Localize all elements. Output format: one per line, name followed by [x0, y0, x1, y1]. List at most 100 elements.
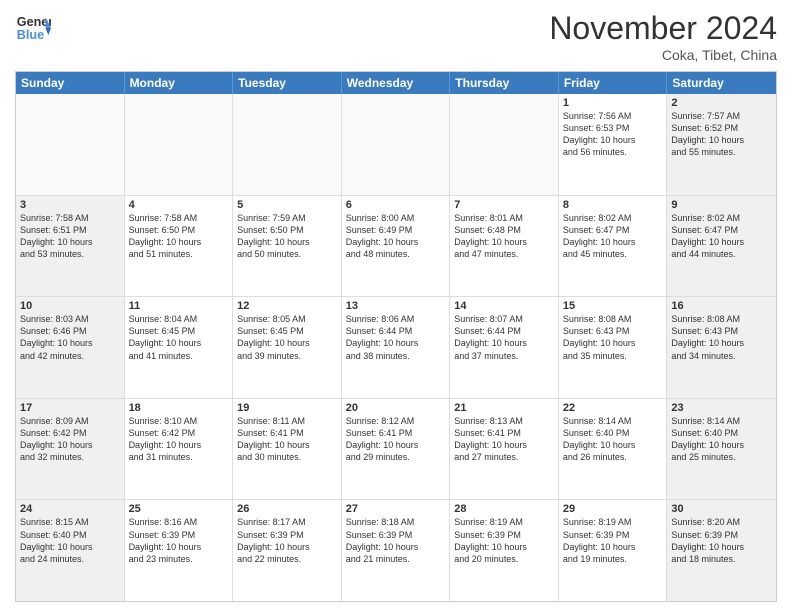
day-number: 11	[129, 300, 229, 312]
calendar-header: SundayMondayTuesdayWednesdayThursdayFrid…	[16, 72, 776, 94]
header: General Blue November 2024 Coka, Tibet, …	[15, 10, 777, 63]
calendar-cell: 25Sunrise: 8:16 AM Sunset: 6:39 PM Dayli…	[125, 500, 234, 601]
cell-info: Sunrise: 7:57 AM Sunset: 6:52 PM Dayligh…	[671, 110, 772, 159]
cell-info: Sunrise: 8:12 AM Sunset: 6:41 PM Dayligh…	[346, 415, 446, 464]
calendar-cell: 24Sunrise: 8:15 AM Sunset: 6:40 PM Dayli…	[16, 500, 125, 601]
day-number: 24	[20, 503, 120, 515]
calendar-cell: 20Sunrise: 8:12 AM Sunset: 6:41 PM Dayli…	[342, 399, 451, 500]
day-number: 18	[129, 402, 229, 414]
calendar-cell: 10Sunrise: 8:03 AM Sunset: 6:46 PM Dayli…	[16, 297, 125, 398]
weekday-header-sunday: Sunday	[16, 72, 125, 94]
day-number: 6	[346, 199, 446, 211]
calendar: SundayMondayTuesdayWednesdayThursdayFrid…	[15, 71, 777, 602]
weekday-header-monday: Monday	[125, 72, 234, 94]
cell-info: Sunrise: 8:04 AM Sunset: 6:45 PM Dayligh…	[129, 313, 229, 362]
location: Coka, Tibet, China	[549, 47, 777, 63]
cell-info: Sunrise: 8:14 AM Sunset: 6:40 PM Dayligh…	[563, 415, 663, 464]
day-number: 13	[346, 300, 446, 312]
calendar-cell: 28Sunrise: 8:19 AM Sunset: 6:39 PM Dayli…	[450, 500, 559, 601]
day-number: 7	[454, 199, 554, 211]
cell-info: Sunrise: 8:02 AM Sunset: 6:47 PM Dayligh…	[563, 212, 663, 261]
day-number: 5	[237, 199, 337, 211]
day-number: 19	[237, 402, 337, 414]
calendar-cell	[16, 94, 125, 195]
weekday-header-thursday: Thursday	[450, 72, 559, 94]
cell-info: Sunrise: 8:02 AM Sunset: 6:47 PM Dayligh…	[671, 212, 772, 261]
calendar-cell: 6Sunrise: 8:00 AM Sunset: 6:49 PM Daylig…	[342, 196, 451, 297]
calendar-cell: 9Sunrise: 8:02 AM Sunset: 6:47 PM Daylig…	[667, 196, 776, 297]
calendar-cell: 13Sunrise: 8:06 AM Sunset: 6:44 PM Dayli…	[342, 297, 451, 398]
calendar-cell: 12Sunrise: 8:05 AM Sunset: 6:45 PM Dayli…	[233, 297, 342, 398]
calendar-cell	[125, 94, 234, 195]
cell-info: Sunrise: 8:01 AM Sunset: 6:48 PM Dayligh…	[454, 212, 554, 261]
cell-info: Sunrise: 8:19 AM Sunset: 6:39 PM Dayligh…	[563, 516, 663, 565]
calendar-cell: 18Sunrise: 8:10 AM Sunset: 6:42 PM Dayli…	[125, 399, 234, 500]
day-number: 17	[20, 402, 120, 414]
month-title: November 2024	[549, 10, 777, 47]
cell-info: Sunrise: 8:17 AM Sunset: 6:39 PM Dayligh…	[237, 516, 337, 565]
day-number: 3	[20, 199, 120, 211]
calendar-cell: 11Sunrise: 8:04 AM Sunset: 6:45 PM Dayli…	[125, 297, 234, 398]
day-number: 15	[563, 300, 663, 312]
cell-info: Sunrise: 8:07 AM Sunset: 6:44 PM Dayligh…	[454, 313, 554, 362]
calendar-cell: 22Sunrise: 8:14 AM Sunset: 6:40 PM Dayli…	[559, 399, 668, 500]
day-number: 22	[563, 402, 663, 414]
logo: General Blue	[15, 10, 51, 46]
cell-info: Sunrise: 8:16 AM Sunset: 6:39 PM Dayligh…	[129, 516, 229, 565]
cell-info: Sunrise: 8:19 AM Sunset: 6:39 PM Dayligh…	[454, 516, 554, 565]
calendar-cell: 21Sunrise: 8:13 AM Sunset: 6:41 PM Dayli…	[450, 399, 559, 500]
day-number: 23	[671, 402, 772, 414]
calendar-cell: 23Sunrise: 8:14 AM Sunset: 6:40 PM Dayli…	[667, 399, 776, 500]
cell-info: Sunrise: 8:14 AM Sunset: 6:40 PM Dayligh…	[671, 415, 772, 464]
day-number: 30	[671, 503, 772, 515]
weekday-header-wednesday: Wednesday	[342, 72, 451, 94]
cell-info: Sunrise: 7:58 AM Sunset: 6:50 PM Dayligh…	[129, 212, 229, 261]
cell-info: Sunrise: 8:13 AM Sunset: 6:41 PM Dayligh…	[454, 415, 554, 464]
day-number: 29	[563, 503, 663, 515]
weekday-header-friday: Friday	[559, 72, 668, 94]
cell-info: Sunrise: 8:18 AM Sunset: 6:39 PM Dayligh…	[346, 516, 446, 565]
day-number: 26	[237, 503, 337, 515]
calendar-cell	[450, 94, 559, 195]
day-number: 8	[563, 199, 663, 211]
weekday-header-tuesday: Tuesday	[233, 72, 342, 94]
calendar-cell: 1Sunrise: 7:56 AM Sunset: 6:53 PM Daylig…	[559, 94, 668, 195]
calendar-cell: 2Sunrise: 7:57 AM Sunset: 6:52 PM Daylig…	[667, 94, 776, 195]
day-number: 25	[129, 503, 229, 515]
logo-icon: General Blue	[15, 10, 51, 46]
cell-info: Sunrise: 8:20 AM Sunset: 6:39 PM Dayligh…	[671, 516, 772, 565]
calendar-cell: 27Sunrise: 8:18 AM Sunset: 6:39 PM Dayli…	[342, 500, 451, 601]
day-number: 20	[346, 402, 446, 414]
day-number: 16	[671, 300, 772, 312]
title-block: November 2024 Coka, Tibet, China	[549, 10, 777, 63]
day-number: 21	[454, 402, 554, 414]
cell-info: Sunrise: 7:56 AM Sunset: 6:53 PM Dayligh…	[563, 110, 663, 159]
calendar-row-3: 17Sunrise: 8:09 AM Sunset: 6:42 PM Dayli…	[16, 399, 776, 501]
calendar-row-0: 1Sunrise: 7:56 AM Sunset: 6:53 PM Daylig…	[16, 94, 776, 196]
day-number: 27	[346, 503, 446, 515]
day-number: 9	[671, 199, 772, 211]
calendar-row-4: 24Sunrise: 8:15 AM Sunset: 6:40 PM Dayli…	[16, 500, 776, 601]
day-number: 12	[237, 300, 337, 312]
calendar-row-2: 10Sunrise: 8:03 AM Sunset: 6:46 PM Dayli…	[16, 297, 776, 399]
day-number: 1	[563, 97, 663, 109]
weekday-header-saturday: Saturday	[667, 72, 776, 94]
cell-info: Sunrise: 7:58 AM Sunset: 6:51 PM Dayligh…	[20, 212, 120, 261]
cell-info: Sunrise: 7:59 AM Sunset: 6:50 PM Dayligh…	[237, 212, 337, 261]
page: General Blue November 2024 Coka, Tibet, …	[0, 0, 792, 612]
calendar-cell: 3Sunrise: 7:58 AM Sunset: 6:51 PM Daylig…	[16, 196, 125, 297]
cell-info: Sunrise: 8:15 AM Sunset: 6:40 PM Dayligh…	[20, 516, 120, 565]
day-number: 4	[129, 199, 229, 211]
cell-info: Sunrise: 8:05 AM Sunset: 6:45 PM Dayligh…	[237, 313, 337, 362]
calendar-cell: 29Sunrise: 8:19 AM Sunset: 6:39 PM Dayli…	[559, 500, 668, 601]
day-number: 2	[671, 97, 772, 109]
cell-info: Sunrise: 8:03 AM Sunset: 6:46 PM Dayligh…	[20, 313, 120, 362]
calendar-cell: 7Sunrise: 8:01 AM Sunset: 6:48 PM Daylig…	[450, 196, 559, 297]
day-number: 14	[454, 300, 554, 312]
cell-info: Sunrise: 8:11 AM Sunset: 6:41 PM Dayligh…	[237, 415, 337, 464]
cell-info: Sunrise: 8:09 AM Sunset: 6:42 PM Dayligh…	[20, 415, 120, 464]
cell-info: Sunrise: 8:00 AM Sunset: 6:49 PM Dayligh…	[346, 212, 446, 261]
calendar-cell: 19Sunrise: 8:11 AM Sunset: 6:41 PM Dayli…	[233, 399, 342, 500]
calendar-cell: 26Sunrise: 8:17 AM Sunset: 6:39 PM Dayli…	[233, 500, 342, 601]
calendar-cell: 14Sunrise: 8:07 AM Sunset: 6:44 PM Dayli…	[450, 297, 559, 398]
